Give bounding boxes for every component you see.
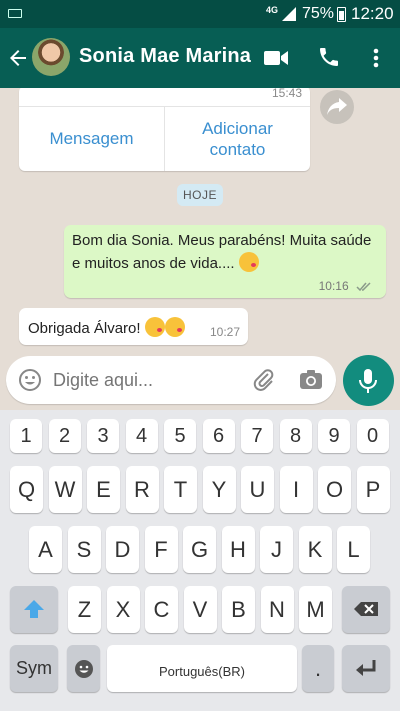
microphone-icon	[359, 369, 377, 393]
letter-key-i[interactable]: I	[279, 466, 313, 513]
kiss-emoji-icon	[164, 317, 185, 337]
number-key-6[interactable]: 6	[202, 419, 235, 453]
period-key[interactable]: .	[302, 645, 334, 692]
outgoing-message[interactable]: Bom dia Sonia. Meus parabéns! Muita saúd…	[64, 225, 386, 298]
letter-key-u[interactable]: U	[241, 466, 274, 513]
status-time: 12:20	[351, 4, 394, 23]
letter-key-f[interactable]: F	[144, 526, 178, 573]
letter-key-e[interactable]: E	[87, 466, 120, 513]
forward-button[interactable]	[320, 90, 354, 124]
number-key-7[interactable]: 7	[241, 419, 273, 453]
add-contact-button[interactable]: Adicionar contato	[165, 106, 310, 171]
letter-key-n[interactable]: N	[260, 586, 294, 633]
letter-key-z[interactable]: Z	[68, 586, 101, 633]
voice-message-button[interactable]	[343, 355, 394, 406]
letter-key-g[interactable]: G	[183, 526, 216, 573]
battery-icon	[337, 7, 346, 22]
letter-key-v[interactable]: V	[183, 586, 217, 633]
keyboard: Sym Português(BR) . 1234567890 QWERTYUIOP…	[0, 410, 400, 711]
letter-key-y[interactable]: Y	[202, 466, 236, 513]
message-time: 10:27	[209, 325, 240, 339]
letter-key-x[interactable]: X	[106, 586, 140, 633]
symbols-key[interactable]: Sym	[10, 645, 58, 692]
shift-icon	[24, 600, 44, 618]
incoming-message[interactable]: Obrigada Álvaro! 10:27	[19, 308, 248, 345]
message-text: Bom dia Sonia. Meus parabéns! Muita saúd…	[72, 232, 372, 272]
contact-name[interactable]: Sonia Mae Marina	[79, 45, 251, 68]
forward-icon	[327, 98, 347, 115]
message-time: 10:16	[318, 279, 349, 293]
letter-key-j[interactable]: J	[260, 526, 293, 573]
backspace-key[interactable]	[342, 586, 390, 633]
video-call-icon[interactable]	[263, 48, 289, 68]
enter-key[interactable]	[342, 645, 390, 692]
number-key-5[interactable]: 5	[164, 419, 196, 453]
letter-key-a[interactable]: A	[29, 526, 62, 573]
letter-key-o[interactable]: O	[318, 466, 351, 513]
letter-key-k[interactable]: K	[298, 526, 332, 573]
avatar[interactable]	[32, 38, 70, 76]
emoji-key[interactable]	[67, 645, 100, 692]
number-key-3[interactable]: 3	[87, 419, 119, 453]
backspace-icon	[354, 602, 378, 616]
shift-key[interactable]	[10, 586, 58, 633]
contact-card: 15:43 Mensagem Adicionar contato	[19, 88, 310, 171]
emoji-keyboard-icon	[74, 660, 93, 678]
letter-key-l[interactable]: L	[337, 526, 370, 573]
message-contact-button[interactable]: Mensagem	[19, 106, 164, 171]
enter-icon	[356, 660, 376, 676]
letter-key-b[interactable]: B	[222, 586, 255, 633]
battery-percent: 75%	[302, 5, 335, 22]
space-key-label: Português(BR)	[159, 664, 245, 679]
letter-key-w[interactable]: W	[48, 466, 82, 513]
number-key-9[interactable]: 9	[318, 419, 350, 453]
letter-key-h[interactable]: H	[221, 526, 255, 573]
number-key-2[interactable]: 2	[48, 419, 81, 453]
chat-header: Sonia Mae Marina	[0, 28, 400, 88]
number-key-0[interactable]: 0	[356, 419, 389, 453]
message-input[interactable]	[53, 370, 233, 391]
emoji-picker-icon[interactable]	[18, 368, 42, 392]
space-key[interactable]: Português(BR)	[107, 645, 297, 692]
message-composer	[6, 356, 336, 404]
contact-card-time: 15:43	[271, 88, 302, 100]
phone-call-icon[interactable]	[317, 45, 341, 69]
camera-icon[interactable]	[299, 369, 323, 391]
letter-key-r[interactable]: R	[125, 466, 159, 513]
letter-key-p[interactable]: P	[356, 466, 390, 513]
back-arrow-icon[interactable]	[6, 46, 30, 70]
letter-key-m[interactable]: M	[299, 586, 332, 633]
number-key-4[interactable]: 4	[125, 419, 158, 453]
status-bar: 4G 75% 12:20	[0, 0, 400, 28]
date-badge: HOJE	[177, 184, 223, 206]
letter-key-t[interactable]: T	[164, 466, 197, 513]
letter-key-d[interactable]: D	[106, 526, 139, 573]
number-key-8[interactable]: 8	[279, 419, 312, 453]
kissing-face-emoji-icon	[238, 252, 259, 272]
letter-key-q[interactable]: Q	[10, 466, 43, 513]
kiss-emoji-icon	[144, 317, 165, 337]
attach-icon[interactable]	[252, 368, 276, 392]
letter-key-c[interactable]: C	[145, 586, 178, 633]
keyboard-indicator-icon	[8, 9, 22, 18]
network-type: 4G	[266, 5, 279, 15]
signal-icon	[282, 7, 296, 21]
letter-key-s[interactable]: S	[67, 526, 101, 573]
read-receipt-icon	[356, 282, 371, 291]
more-options-icon[interactable]	[366, 46, 386, 70]
number-key-1[interactable]: 1	[10, 419, 42, 453]
message-meta: 10:16	[319, 279, 374, 293]
message-text: Obrigada Álvaro!	[28, 317, 185, 337]
